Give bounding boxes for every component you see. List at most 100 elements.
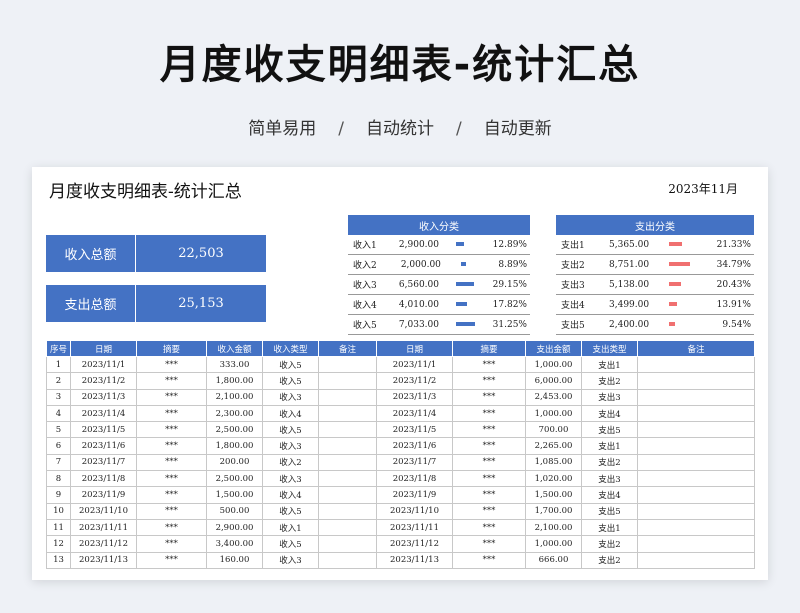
table-cell[interactable]: *** <box>452 404 526 423</box>
table-cell[interactable]: 500.00 <box>206 502 263 520</box>
table-cell[interactable]: 支出1 <box>581 518 638 537</box>
table-cell[interactable]: 支出3 <box>581 470 638 488</box>
table-cell[interactable]: 2023/11/8 <box>70 470 137 488</box>
table-cell[interactable]: 1,000.00 <box>525 355 582 374</box>
table-cell[interactable]: 支出1 <box>581 437 638 455</box>
table-cell[interactable]: 2023/11/12 <box>70 535 137 553</box>
table-cell[interactable]: *** <box>136 437 207 455</box>
table-cell[interactable]: 2023/11/5 <box>70 421 137 439</box>
table-cell[interactable]: *** <box>136 551 207 569</box>
table-cell[interactable]: 6,000.00 <box>525 372 582 390</box>
table-cell[interactable] <box>318 535 377 553</box>
table-cell[interactable] <box>637 535 755 553</box>
table-cell[interactable] <box>637 421 755 439</box>
table-cell[interactable]: 支出3 <box>581 388 638 406</box>
table-cell[interactable]: 收入5 <box>262 502 319 520</box>
table-cell[interactable]: *** <box>452 518 526 537</box>
table-cell[interactable]: 7 <box>46 453 71 472</box>
table-cell[interactable] <box>318 372 377 390</box>
table-cell[interactable]: 1 <box>46 355 71 374</box>
table-cell[interactable]: 收入3 <box>262 470 319 488</box>
table-cell[interactable]: 2,100.00 <box>206 388 263 406</box>
table-cell[interactable] <box>318 551 377 569</box>
table-cell[interactable] <box>637 502 755 520</box>
table-cell[interactable]: 13 <box>46 551 71 569</box>
table-cell[interactable]: 2023/11/6 <box>70 437 137 455</box>
table-cell[interactable]: *** <box>136 388 207 406</box>
table-cell[interactable]: 9 <box>46 486 71 504</box>
table-cell[interactable] <box>637 486 755 504</box>
table-cell[interactable]: 11 <box>46 518 71 537</box>
table-cell[interactable]: *** <box>452 486 526 504</box>
table-cell[interactable]: 2023/11/7 <box>376 453 453 472</box>
table-cell[interactable]: 支出4 <box>581 486 638 504</box>
table-cell[interactable] <box>637 372 755 390</box>
table-cell[interactable]: 1,700.00 <box>525 502 582 520</box>
table-cell[interactable]: 5 <box>46 421 71 439</box>
table-cell[interactable] <box>637 518 755 537</box>
table-cell[interactable]: 700.00 <box>525 421 582 439</box>
table-cell[interactable]: 收入3 <box>262 551 319 569</box>
table-cell[interactable]: 1,000.00 <box>525 535 582 553</box>
table-cell[interactable]: 666.00 <box>525 551 582 569</box>
table-cell[interactable]: *** <box>452 535 526 553</box>
table-cell[interactable]: 6 <box>46 437 71 455</box>
table-cell[interactable]: 2,300.00 <box>206 404 263 423</box>
table-cell[interactable]: *** <box>136 355 207 374</box>
table-cell[interactable]: *** <box>136 421 207 439</box>
table-cell[interactable]: 1,085.00 <box>525 453 582 472</box>
table-cell[interactable]: 2,265.00 <box>525 437 582 455</box>
table-cell[interactable]: 支出5 <box>581 421 638 439</box>
table-cell[interactable]: 1,020.00 <box>525 470 582 488</box>
table-cell[interactable]: 8 <box>46 470 71 488</box>
table-cell[interactable]: 2023/11/4 <box>376 404 453 423</box>
table-cell[interactable]: 支出2 <box>581 535 638 553</box>
table-cell[interactable] <box>637 355 755 374</box>
table-cell[interactable]: 收入3 <box>262 437 319 455</box>
table-cell[interactable]: 2023/11/13 <box>70 551 137 569</box>
table-cell[interactable]: 支出4 <box>581 404 638 423</box>
table-cell[interactable]: 收入2 <box>262 453 319 472</box>
table-cell[interactable]: 支出5 <box>581 502 638 520</box>
table-cell[interactable]: *** <box>136 453 207 472</box>
table-cell[interactable]: 2023/11/3 <box>376 388 453 406</box>
table-cell[interactable]: 支出1 <box>581 355 638 374</box>
table-cell[interactable]: 收入3 <box>262 388 319 406</box>
table-cell[interactable]: *** <box>136 486 207 504</box>
table-cell[interactable]: *** <box>452 502 526 520</box>
table-cell[interactable]: 1,800.00 <box>206 437 263 455</box>
table-cell[interactable]: *** <box>136 470 207 488</box>
table-cell[interactable]: 10 <box>46 502 71 520</box>
table-cell[interactable]: 2023/11/11 <box>70 518 137 537</box>
table-cell[interactable]: 支出2 <box>581 372 638 390</box>
table-cell[interactable]: 2023/11/10 <box>70 502 137 520</box>
table-cell[interactable]: 2023/11/1 <box>70 355 137 374</box>
table-cell[interactable]: 2,453.00 <box>525 388 582 406</box>
table-cell[interactable]: 2023/11/6 <box>376 437 453 455</box>
table-cell[interactable] <box>637 437 755 455</box>
table-cell[interactable]: 支出2 <box>581 453 638 472</box>
table-cell[interactable]: *** <box>136 372 207 390</box>
table-cell[interactable]: 2,500.00 <box>206 470 263 488</box>
table-cell[interactable]: 2023/11/5 <box>376 421 453 439</box>
table-cell[interactable] <box>318 355 377 374</box>
table-cell[interactable]: 收入5 <box>262 421 319 439</box>
table-cell[interactable]: *** <box>452 437 526 455</box>
table-cell[interactable]: 1,500.00 <box>525 486 582 504</box>
table-cell[interactable]: 2 <box>46 372 71 390</box>
table-cell[interactable]: 2023/11/8 <box>376 470 453 488</box>
table-cell[interactable] <box>318 518 377 537</box>
table-cell[interactable] <box>318 453 377 472</box>
table-cell[interactable]: 2023/11/12 <box>376 535 453 553</box>
table-cell[interactable] <box>318 404 377 423</box>
table-cell[interactable]: 2,900.00 <box>206 518 263 537</box>
table-cell[interactable] <box>318 470 377 488</box>
table-cell[interactable]: *** <box>452 421 526 439</box>
table-cell[interactable]: 收入5 <box>262 535 319 553</box>
table-cell[interactable]: 1,500.00 <box>206 486 263 504</box>
table-cell[interactable]: 收入5 <box>262 355 319 374</box>
table-cell[interactable]: 2023/11/4 <box>70 404 137 423</box>
table-cell[interactable]: *** <box>452 551 526 569</box>
table-cell[interactable]: 2023/11/1 <box>376 355 453 374</box>
table-cell[interactable] <box>637 404 755 423</box>
